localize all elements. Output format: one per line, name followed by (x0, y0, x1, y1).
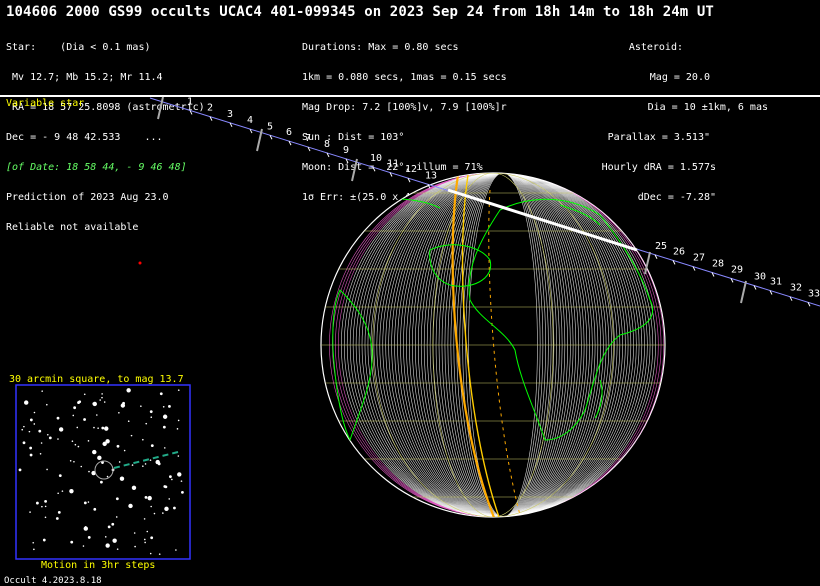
occultation-map: 12345678910 111213252627282930 313233 (15, 96, 820, 560)
finder-chart (15, 384, 191, 560)
path-tick-label: 25 (655, 241, 667, 252)
path-tick-label: 32 (790, 283, 802, 294)
path-tick-label: 2 (207, 103, 213, 114)
path-tick-label: 30 (754, 272, 766, 283)
target-star-marker (138, 261, 142, 265)
finder-title: 30 arcmin square, to mag 13.7 (9, 374, 184, 385)
path-tick-label: 13 (425, 170, 437, 181)
path-tick-label: 1 (187, 96, 193, 107)
path-tick-label: 27 (693, 253, 705, 264)
path-tick-label: 8 (324, 139, 330, 150)
path-tick-label: 10 (370, 153, 382, 164)
path-tick-label: 12 (405, 164, 417, 175)
path-tick-label: 4 (247, 115, 253, 126)
path-tick-label: 7 (305, 133, 311, 144)
path-tick-label: 9 (343, 145, 349, 156)
path-tick-label: 28 (712, 258, 724, 269)
path-tick-label: 31 (770, 276, 782, 287)
earth-globe (320, 172, 666, 518)
path-tick-label: 26 (673, 246, 685, 257)
path-tick-label: 6 (286, 127, 292, 138)
path-tick-label: 11 (387, 159, 399, 170)
path-tick-label: 5 (267, 121, 273, 132)
path-tick-label: 33 (808, 288, 820, 299)
path-tick-label: 3 (227, 109, 233, 120)
path-tick-label: 29 (731, 264, 743, 275)
finder-motion-label: Motion in 3hr steps (41, 560, 156, 571)
